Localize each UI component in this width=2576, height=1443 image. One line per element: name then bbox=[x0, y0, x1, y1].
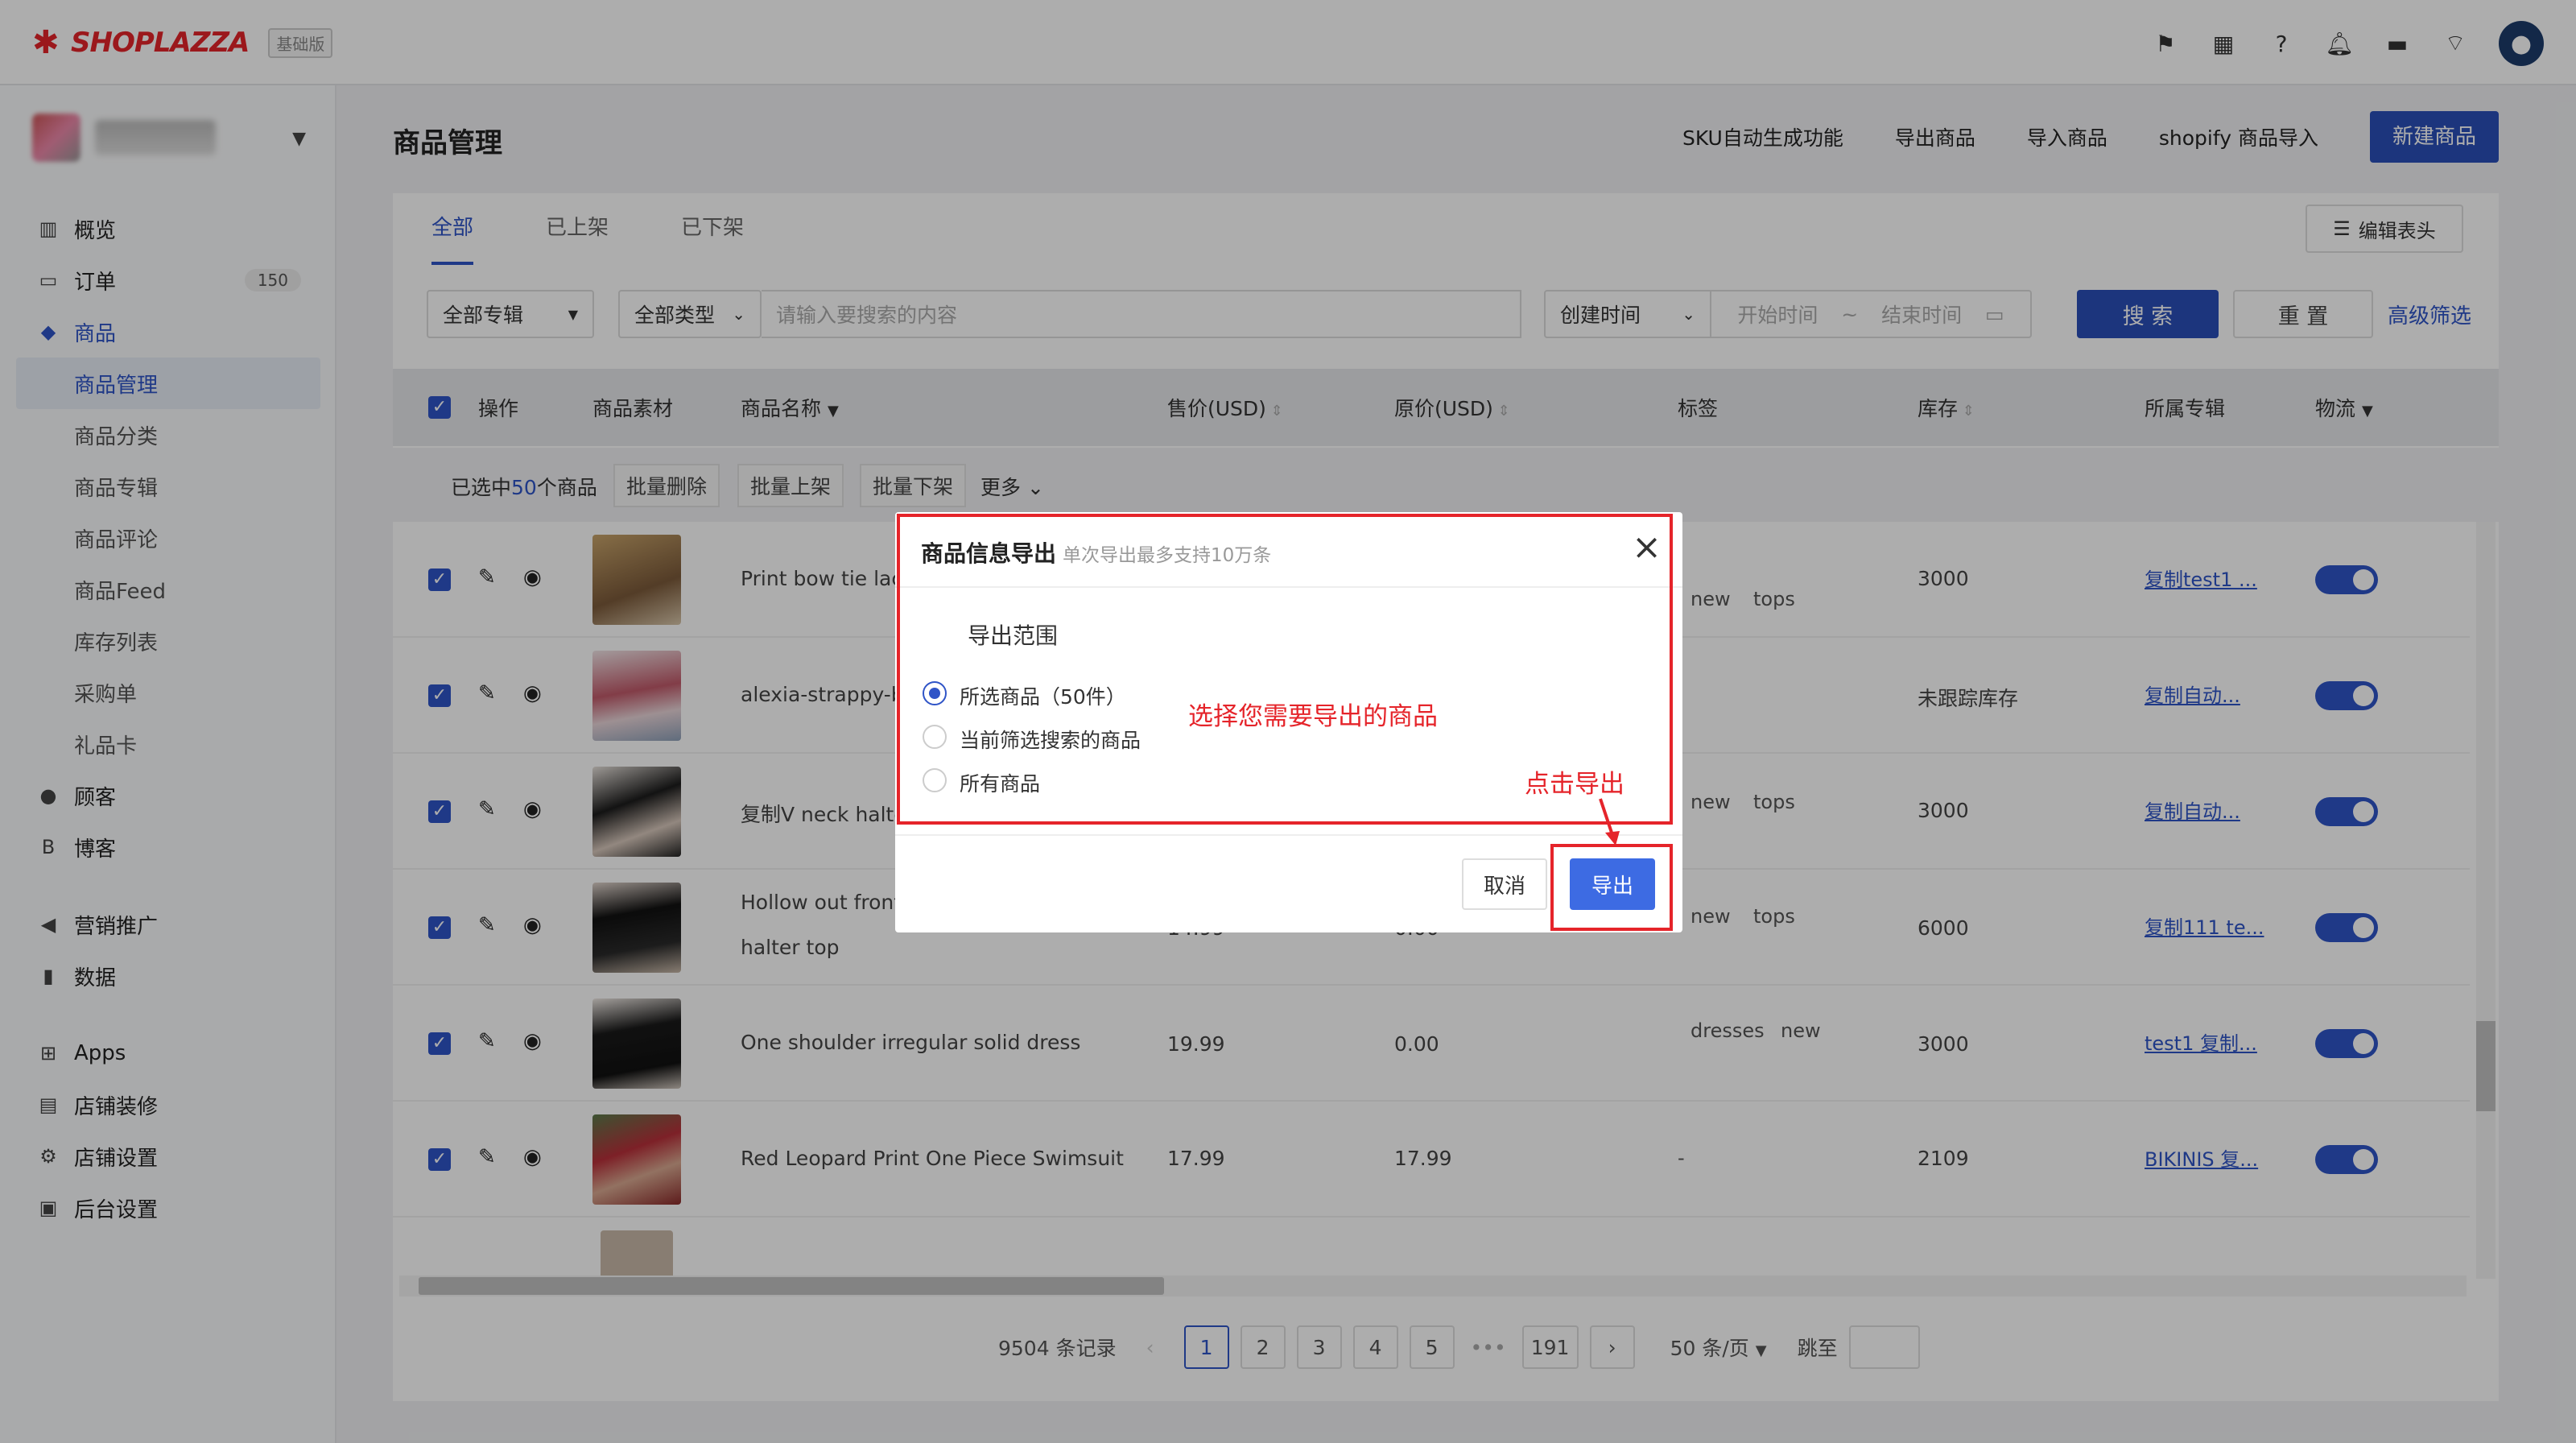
annotation-click-text: 点击导出 bbox=[1525, 770, 1624, 799]
dialog-footer-divider bbox=[895, 834, 1682, 836]
cancel-button[interactable]: 取消 bbox=[1462, 858, 1547, 910]
annotation-arrow-icon bbox=[1599, 798, 1620, 846]
annotation-select-text: 选择您需要导出的商品 bbox=[1188, 702, 1438, 731]
annotation-box-export bbox=[1550, 844, 1673, 931]
